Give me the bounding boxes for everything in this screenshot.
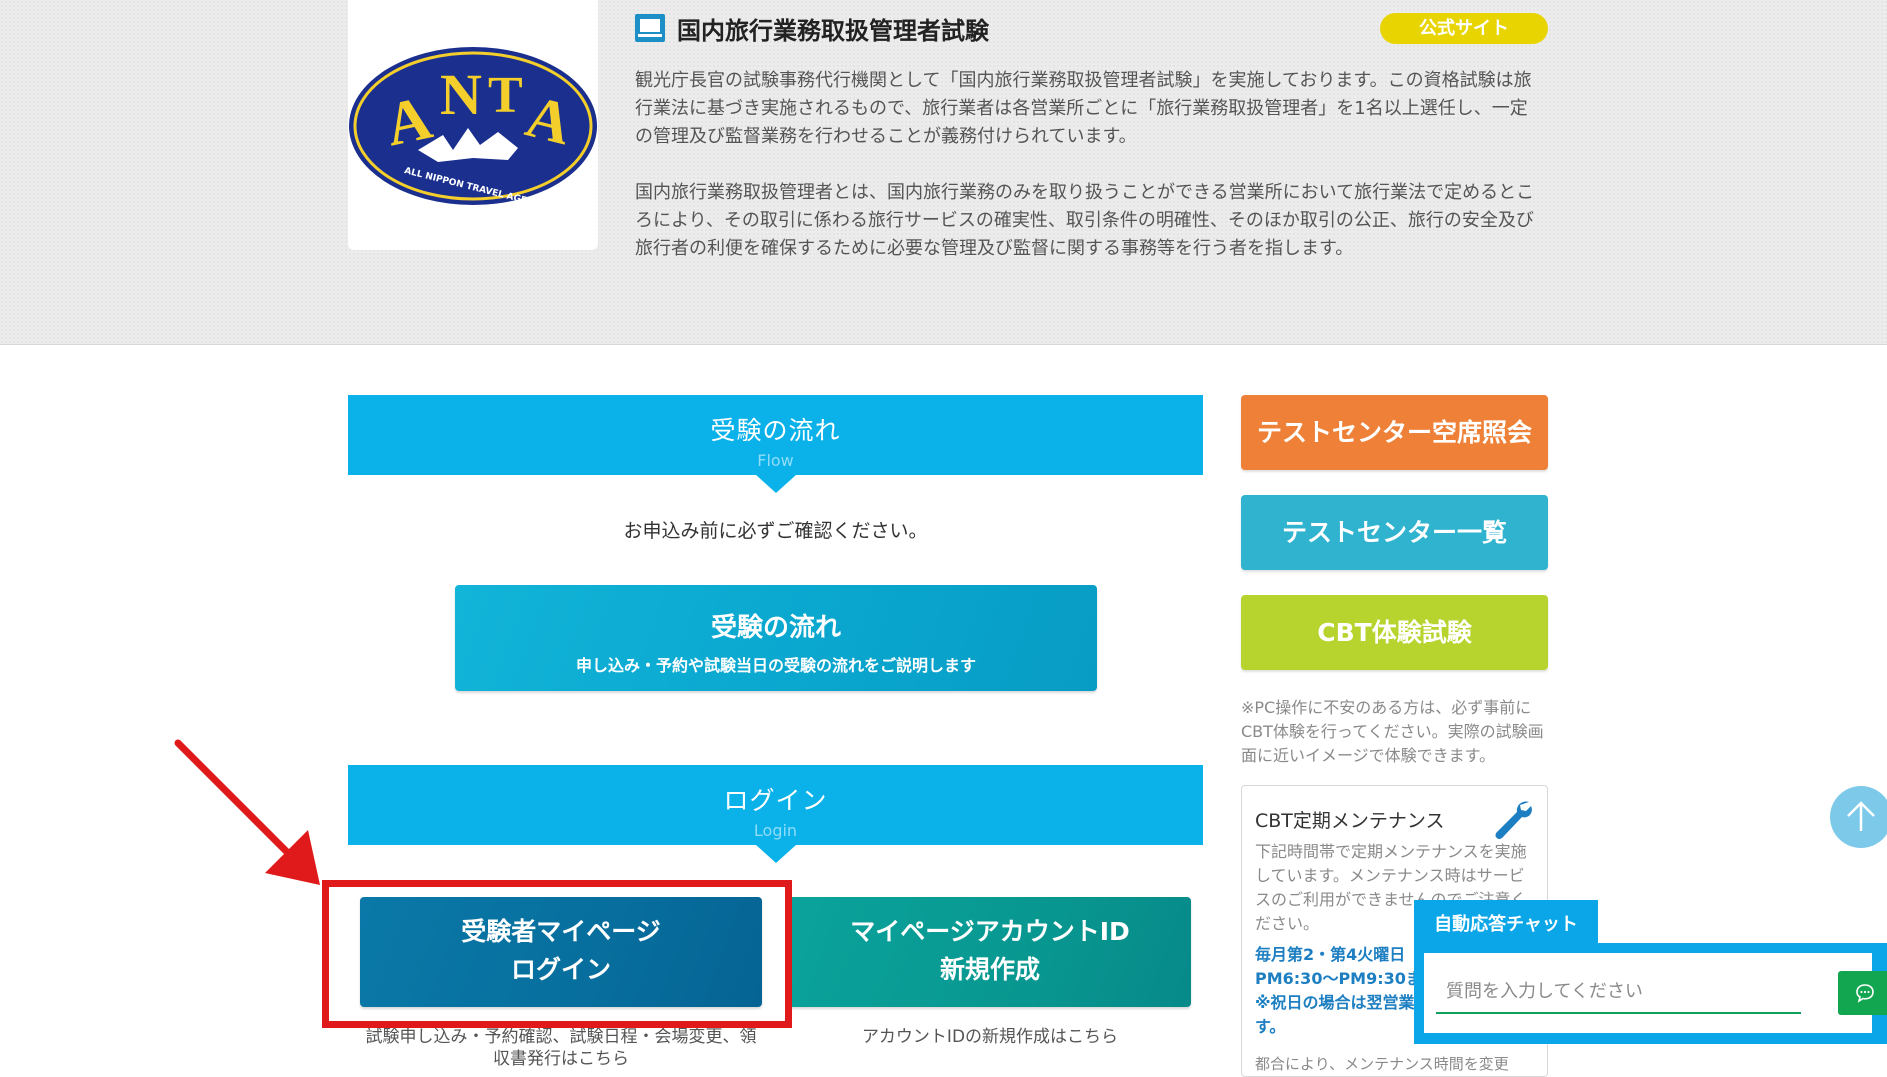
flow-section-header: 受験の流れ Flow <box>348 395 1203 493</box>
flow-header-title: 受験の流れ <box>710 416 841 445</box>
exam-flow-button-subtitle: 申し込み・予約や試験当日の受験の流れをご説明します <box>575 656 976 675</box>
scroll-to-top-button[interactable] <box>1830 786 1887 848</box>
cbt-trial-note: ※PC操作に不安のある方は、必ず事前にCBT体験を行ってください。実際の試験画面… <box>1241 698 1544 765</box>
create-account-line1: マイページアカウントID <box>850 917 1130 946</box>
maintenance-change-note: 都合により、メンテナンス時間を変更 <box>1255 1055 1509 1073</box>
create-account-description: アカウントIDの新規作成はこちら <box>861 1027 1119 1047</box>
hero-section: A N T A ALL NIPPON TRAVEL AGENTS ASSOCIA… <box>0 0 1887 345</box>
exam-flow-button-title: 受験の流れ <box>710 613 841 643</box>
flow-notice: お申込み前に必ずご確認ください。 <box>623 520 928 542</box>
chat-bubble-icon <box>1856 984 1874 1003</box>
login-header-subtitle: Login <box>753 821 798 840</box>
create-account-button[interactable]: マイページアカウントID 新規作成 <box>789 897 1191 1007</box>
flow-header-subtitle: Flow <box>757 451 794 470</box>
header-notch <box>755 845 796 863</box>
svg-text:N: N <box>440 62 482 127</box>
exam-description-1: 観光庁長官の試験事務代行機関として「国内旅行業務取扱管理者試験」を実施しておりま… <box>635 70 1532 147</box>
svg-text:T: T <box>488 67 523 124</box>
login-section-header: ログイン Login <box>348 765 1203 863</box>
red-arrow-icon <box>174 739 320 885</box>
highlight-box <box>322 880 792 1028</box>
exam-title-row: 国内旅行業務取扱管理者試験 <box>635 10 989 46</box>
arrow-up-icon <box>1847 801 1875 831</box>
cbt-trial-button[interactable]: CBT体験試験 <box>1241 595 1548 670</box>
mypage-login-description: 試験申し込み・予約確認、試験日程・会場変更、領収書発行はこちら <box>365 1027 757 1069</box>
chat-question-input[interactable] <box>1436 970 1801 1014</box>
test-center-vacancy-button[interactable]: テストセンター空席照会 <box>1241 395 1548 470</box>
chat-send-button[interactable] <box>1838 971 1887 1015</box>
chat-tab[interactable]: 自動応答チャット <box>1414 900 1598 946</box>
computer-icon <box>635 14 665 42</box>
wrench-icon <box>1495 801 1532 840</box>
anta-logo: A N T A ALL NIPPON TRAVEL AGENTS ASSOCIA… <box>348 0 616 250</box>
login-header-title: ログイン <box>723 786 828 815</box>
create-account-line2: 新規作成 <box>939 955 1040 984</box>
test-center-list-button[interactable]: テストセンター一覧 <box>1241 495 1548 570</box>
exam-flow-button[interactable]: 受験の流れ 申し込み・予約や試験当日の受験の流れをご説明します <box>455 585 1097 691</box>
header-notch <box>755 475 796 493</box>
exam-title: 国内旅行業務取扱管理者試験 <box>677 16 989 45</box>
maintenance-title: CBT定期メンテナンス <box>1255 810 1445 832</box>
exam-description-2: 国内旅行業務取扱管理者とは、国内旅行業務のみを取り扱うことができる営業所において… <box>635 182 1535 259</box>
official-site-badge[interactable]: 公式サイト <box>1380 13 1548 44</box>
anta-logo-image: A N T A ALL NIPPON TRAVEL AGENTS ASSOCIA… <box>349 47 616 228</box>
